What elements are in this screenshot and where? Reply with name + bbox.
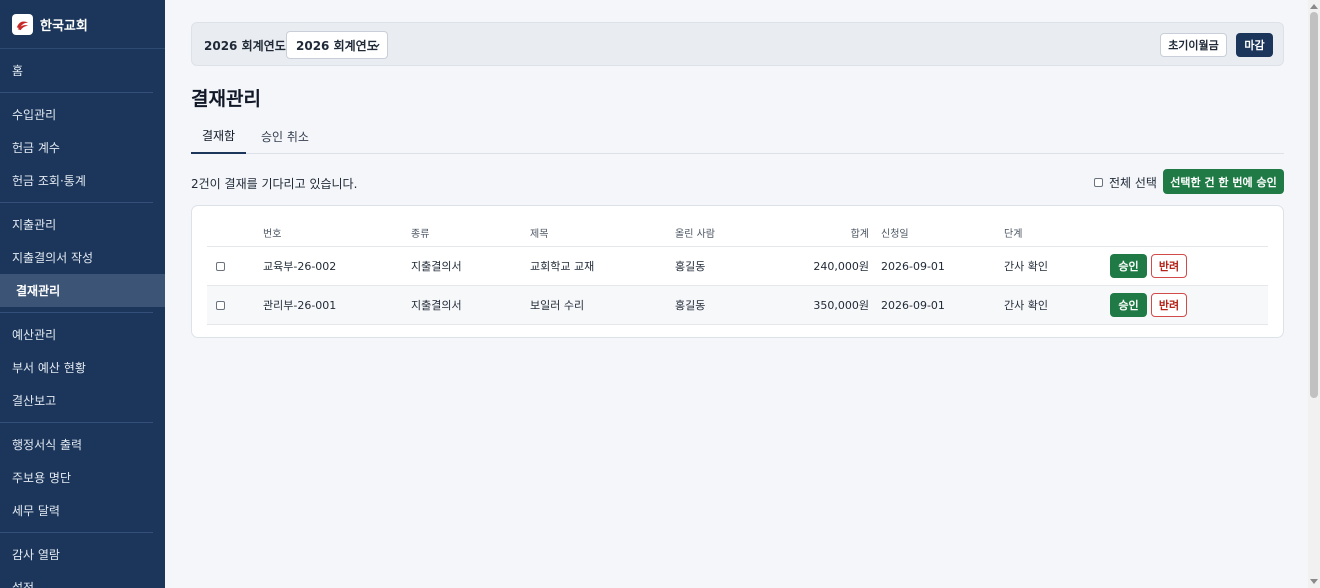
row-title: 보일러 수리 [530, 299, 585, 312]
approval-table: 번호 종류 제목 올린 사람 합계 신청일 단계 교육부-26-002 지출결의… [191, 205, 1284, 338]
sidebar-item-bulletin-list[interactable]: 주보용 명단 [0, 461, 165, 494]
pending-count-text: 2건이 결재를 기다리고 있습니다. [191, 177, 358, 191]
sidebar-divider [0, 312, 153, 313]
header-title: 제목 [530, 229, 549, 240]
sidebar-item-offering-stats[interactable]: 헌금 조회·통계 [0, 164, 165, 197]
fiscal-year-select-value: 2026 회계연도 [296, 38, 378, 53]
bulk-approve-button[interactable]: 선택한 건 한 번에 승인 [1163, 169, 1284, 194]
sidebar-divider [0, 422, 153, 423]
select-all-label: 전체 선택 [1109, 176, 1157, 190]
header-type: 종류 [411, 229, 430, 240]
tab-bar: 결재함 승인 취소 [191, 118, 1284, 154]
row-title: 교회학교 교재 [530, 260, 595, 273]
chevron-down-icon [373, 43, 380, 48]
header-number: 번호 [263, 229, 282, 240]
sidebar-divider [0, 532, 153, 533]
fiscal-year-label: 2026 회계연도 [204, 39, 286, 53]
approve-button[interactable]: 승인 [1110, 254, 1147, 278]
main-content: 2026 회계연도 2026 회계연도 초기이월금 마감 결재관리 결재함 승인… [165, 0, 1308, 588]
row-number: 교육부-26-002 [263, 260, 337, 273]
sidebar-divider [0, 202, 153, 203]
tab-inbox[interactable]: 결재함 [191, 118, 246, 154]
header-submitter: 올린 사람 [675, 229, 715, 240]
sidebar-item-admin-forms[interactable]: 행정서식 출력 [0, 428, 165, 461]
row-checkbox-cell [216, 286, 225, 324]
sidebar-item-expense-form[interactable]: 지출결의서 작성 [0, 241, 165, 274]
close-period-button[interactable]: 마감 [1236, 33, 1273, 57]
row-number: 관리부-26-001 [263, 299, 337, 312]
row-checkbox[interactable] [216, 261, 225, 271]
row-total: 350,000원 [813, 299, 869, 312]
sidebar-item-expense[interactable]: 지출관리 [0, 208, 165, 241]
fiscal-year-select[interactable]: 2026 회계연도 [286, 31, 388, 59]
sidebar-item-tax-calendar[interactable]: 세무 달력 [0, 494, 165, 527]
brand[interactable]: 한국교회 [0, 0, 165, 49]
brand-name: 한국교회 [40, 18, 88, 34]
sidebar-item-home[interactable]: 홈 [0, 54, 165, 87]
row-type: 지출결의서 [411, 299, 462, 312]
header-request-date: 신청일 [881, 229, 909, 240]
row-stage: 간사 확인 [1004, 260, 1048, 273]
sidebar-item-income[interactable]: 수입관리 [0, 98, 165, 131]
table-row: 관리부-26-001 지출결의서 보일러 수리 홍길동 350,000원 202… [207, 286, 1268, 325]
reject-button[interactable]: 반려 [1151, 254, 1187, 278]
sidebar-item-settlement[interactable]: 결산보고 [0, 384, 165, 417]
table-header: 번호 종류 제목 올린 사람 합계 신청일 단계 [207, 219, 1268, 247]
row-checkbox[interactable] [216, 300, 225, 310]
sidebar-item-dept-budget[interactable]: 부서 예산 현황 [0, 351, 165, 384]
row-type: 지출결의서 [411, 260, 462, 273]
select-all-checkbox[interactable] [1094, 178, 1103, 187]
opening-balance-button[interactable]: 초기이월금 [1160, 33, 1227, 57]
scroll-up-icon[interactable] [1310, 4, 1318, 9]
sidebar-item-settings[interactable]: 설정 [0, 571, 165, 588]
header-total: 합계 [850, 229, 869, 240]
row-request-date: 2026-09-01 [881, 298, 945, 312]
row-stage: 간사 확인 [1004, 299, 1048, 312]
fiscal-year-bar: 2026 회계연도 2026 회계연도 초기이월금 마감 [191, 22, 1284, 66]
row-request-date: 2026-09-01 [881, 259, 945, 273]
sidebar-item-budget[interactable]: 예산관리 [0, 318, 165, 351]
reject-button[interactable]: 반려 [1151, 293, 1187, 317]
tab-cancel-approval[interactable]: 승인 취소 [255, 118, 315, 154]
church-logo-icon [12, 13, 33, 35]
select-all[interactable]: 전체 선택 [1094, 174, 1157, 191]
row-submitter: 홍길동 [675, 299, 706, 312]
page-title: 결재관리 [191, 88, 261, 110]
sidebar-divider [0, 92, 153, 93]
header-stage: 단계 [1004, 229, 1023, 240]
row-submitter: 홍길동 [675, 260, 706, 273]
sidebar-item-offering-count[interactable]: 헌금 계수 [0, 131, 165, 164]
sidebar: 한국교회 홈 수입관리 헌금 계수 헌금 조회·통계 지출관리 지출결의서 작성… [0, 0, 165, 588]
sidebar-item-audit[interactable]: 감사 열람 [0, 538, 165, 571]
scroll-down-icon[interactable] [1310, 579, 1318, 584]
row-total: 240,000원 [813, 260, 869, 273]
table-row: 교육부-26-002 지출결의서 교회학교 교재 홍길동 240,000원 20… [207, 247, 1268, 286]
sidebar-item-approval[interactable]: 결재관리 [0, 274, 165, 307]
scrollbar-thumb[interactable] [1310, 12, 1318, 398]
row-checkbox-cell [216, 247, 225, 285]
approve-button[interactable]: 승인 [1110, 293, 1147, 317]
page-scrollbar[interactable] [1308, 0, 1320, 588]
